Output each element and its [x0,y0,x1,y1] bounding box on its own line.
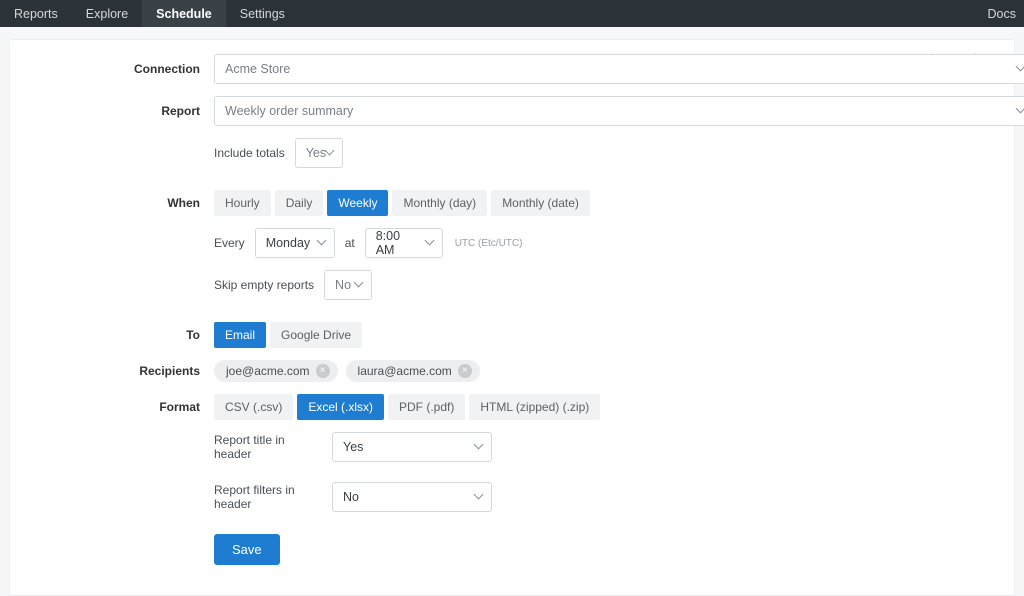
recipient-email: laura@acme.com [358,364,452,378]
page-card: Need extra options? Let us know at hello… [9,39,1015,596]
chevron-down-icon [355,281,363,289]
label-report-title-header: Report title in header [214,433,322,461]
close-icon[interactable]: × [458,364,472,378]
every-day-value: Monday [266,236,310,250]
label-recipients: Recipients [124,364,200,378]
when-option-daily[interactable]: Daily [275,190,324,216]
skip-empty-value: No [335,278,351,292]
report-select[interactable]: Weekly order summary [214,96,1024,126]
include-totals-select[interactable]: Yes [295,138,343,168]
close-icon[interactable]: × [316,364,330,378]
nav-item-settings[interactable]: Settings [226,0,299,27]
when-option-monthly-date[interactable]: Monthly (date) [491,190,590,216]
label-to: To [124,328,200,342]
timezone-label: UTC (Etc/UTC) [455,238,523,249]
recipient-chip[interactable]: laura@acme.com × [346,360,480,382]
recipient-chip[interactable]: joe@acme.com × [214,360,338,382]
label-skip-empty: Skip empty reports [214,278,314,292]
chevron-down-icon [475,443,483,451]
format-option-xlsx[interactable]: Excel (.xlsx) [297,394,384,420]
when-option-weekly[interactable]: Weekly [327,190,388,216]
to-option-email[interactable]: Email [214,322,266,348]
report-filters-header-value: No [343,490,359,504]
chevron-down-icon [475,493,483,501]
time-select[interactable]: 8:00 AM [365,228,443,258]
when-segmented: Hourly Daily Weekly Monthly (day) Monthl… [214,190,590,216]
when-option-hourly[interactable]: Hourly [214,190,271,216]
to-segmented: Email Google Drive [214,322,362,348]
format-option-csv[interactable]: CSV (.csv) [214,394,293,420]
skip-empty-select[interactable]: No [324,270,372,300]
chevron-down-icon [1017,65,1024,73]
include-totals-value: Yes [306,146,326,160]
recipients-chips: joe@acme.com × laura@acme.com × [214,360,480,382]
label-at: at [345,236,355,250]
format-option-html[interactable]: HTML (zipped) (.zip) [469,394,600,420]
label-report-filters-header: Report filters in header [214,483,322,511]
top-nav: Reports Explore Schedule Settings Docs [0,0,1024,27]
nav-item-reports[interactable]: Reports [0,0,72,27]
connection-value: Acme Store [225,62,290,76]
format-option-pdf[interactable]: PDF (.pdf) [388,394,465,420]
nav-item-explore[interactable]: Explore [72,0,142,27]
to-option-gdrive[interactable]: Google Drive [270,322,362,348]
chevron-down-icon [318,239,326,247]
report-filters-header-select[interactable]: No [332,482,492,512]
time-value: 8:00 AM [376,229,416,257]
connection-select[interactable]: Acme Store [214,54,1024,84]
nav-docs[interactable]: Docs [988,0,1024,27]
label-format: Format [124,400,200,414]
report-title-header-value: Yes [343,440,363,454]
every-day-select[interactable]: Monday [255,228,335,258]
chevron-down-icon [426,239,434,247]
format-segmented: CSV (.csv) Excel (.xlsx) PDF (.pdf) HTML… [214,394,600,420]
label-connection: Connection [124,62,200,76]
label-include-totals: Include totals [214,146,285,160]
chevron-down-icon [326,149,334,157]
recipient-email: joe@acme.com [226,364,310,378]
nav-item-schedule[interactable]: Schedule [142,0,226,27]
save-button[interactable]: Save [214,534,280,565]
chevron-down-icon [1017,107,1024,115]
label-every: Every [214,236,245,250]
report-title-header-select[interactable]: Yes [332,432,492,462]
when-option-monthly-day[interactable]: Monthly (day) [392,190,487,216]
label-report: Report [124,104,200,118]
label-when: When [124,196,200,210]
report-value: Weekly order summary [225,104,353,118]
